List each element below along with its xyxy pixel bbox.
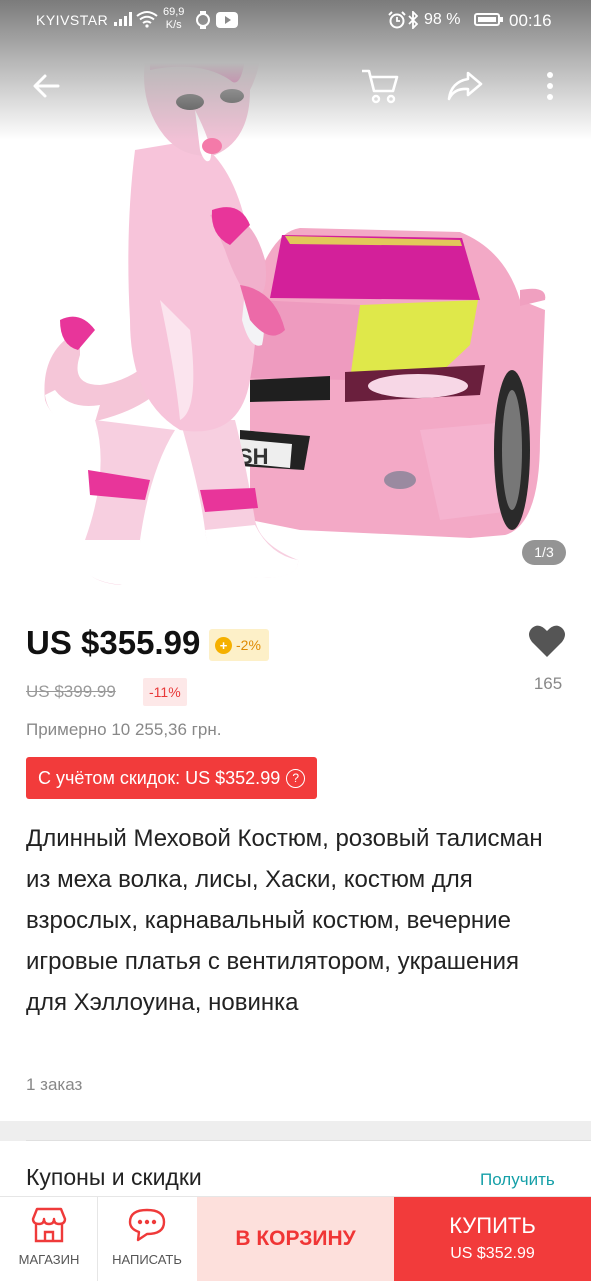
buy-now-button[interactable]: КУПИТЬ US $352.99 [394, 1197, 591, 1281]
coupons-label: Купоны и скидки [26, 1164, 202, 1190]
back-button[interactable] [24, 66, 68, 110]
approx-local-price: Примерно 10 255,36 грн. [26, 720, 222, 739]
product-title: Длинный Меховой Костюм, розовый талисман… [26, 825, 543, 1016]
store-icon [0, 1207, 98, 1243]
discounted-price-text: С учётом скидок: US $352.99 [38, 767, 281, 788]
original-price: US $399.99 [26, 682, 116, 701]
store-button[interactable]: МАГАЗИН [0, 1197, 98, 1281]
clock: 00:16 [509, 11, 552, 30]
more-button[interactable] [528, 66, 572, 110]
coin-discount-badge[interactable]: + -2% [209, 629, 269, 661]
heart-icon [528, 625, 566, 662]
store-label: МАГАЗИН [18, 1252, 80, 1267]
message-button[interactable]: НАПИСАТЬ [98, 1197, 196, 1281]
net-speed-unit: K/s [165, 19, 182, 31]
battery-percent: 98 % [424, 11, 461, 28]
gallery-page-indicator: 1/3 [522, 540, 566, 565]
divider [26, 1140, 591, 1141]
net-speed-value: 69,9 [163, 6, 185, 18]
net-speed: 69,9 K/s [163, 6, 184, 32]
signal-icon [113, 11, 133, 31]
discount-badge: -11% [143, 678, 187, 706]
alarm-icon [388, 11, 406, 33]
status-bar: KYIVSTAR 69,9 K/s 98 % 00:16 [0, 0, 591, 42]
cart-icon [360, 67, 400, 110]
wishlist-button[interactable] [528, 624, 566, 663]
message-label: НАПИСАТЬ [112, 1252, 182, 1267]
help-icon: ? [286, 768, 306, 788]
youtube-icon [216, 12, 238, 32]
section-separator [0, 1121, 591, 1141]
chat-icon [98, 1207, 196, 1243]
share-icon [446, 70, 484, 107]
arrow-left-icon [31, 71, 61, 106]
wifi-icon [136, 10, 158, 32]
buy-label: КУПИТЬ [449, 1213, 536, 1238]
battery-icon [474, 13, 503, 26]
current-price: US $355.99 [26, 624, 201, 661]
product-image[interactable]: SH KYIVSTAR 69,9 K/s 98 % 00:16 1/3 [0, 0, 591, 590]
bluetooth-icon [408, 9, 419, 33]
add-to-cart-button[interactable]: В КОРЗИНУ [197, 1197, 394, 1281]
discounted-price-banner[interactable]: С учётом скидок: US $352.99 ? [26, 757, 318, 799]
buy-price: US $352.99 [450, 1245, 535, 1262]
share-button[interactable] [443, 66, 487, 110]
coin-discount-value: -2% [236, 637, 261, 653]
wishlist-count: 165 [533, 674, 563, 693]
carrier-name: KYIVSTAR [36, 12, 109, 28]
bottom-action-bar: МАГАЗИН НАПИСАТЬ В КОРЗИНУ КУПИТЬ US $35… [0, 1196, 591, 1281]
cart-button[interactable] [358, 66, 402, 110]
steps-icon [195, 11, 211, 33]
pink-car: SH [228, 228, 546, 538]
orders-count: 1 заказ [26, 1075, 83, 1094]
more-vertical-icon [545, 71, 555, 106]
add-to-cart-label: В КОРЗИНУ [235, 1227, 356, 1250]
coin-plus-icon: + [215, 636, 232, 654]
get-coupons-link[interactable]: Получить [480, 1170, 555, 1190]
